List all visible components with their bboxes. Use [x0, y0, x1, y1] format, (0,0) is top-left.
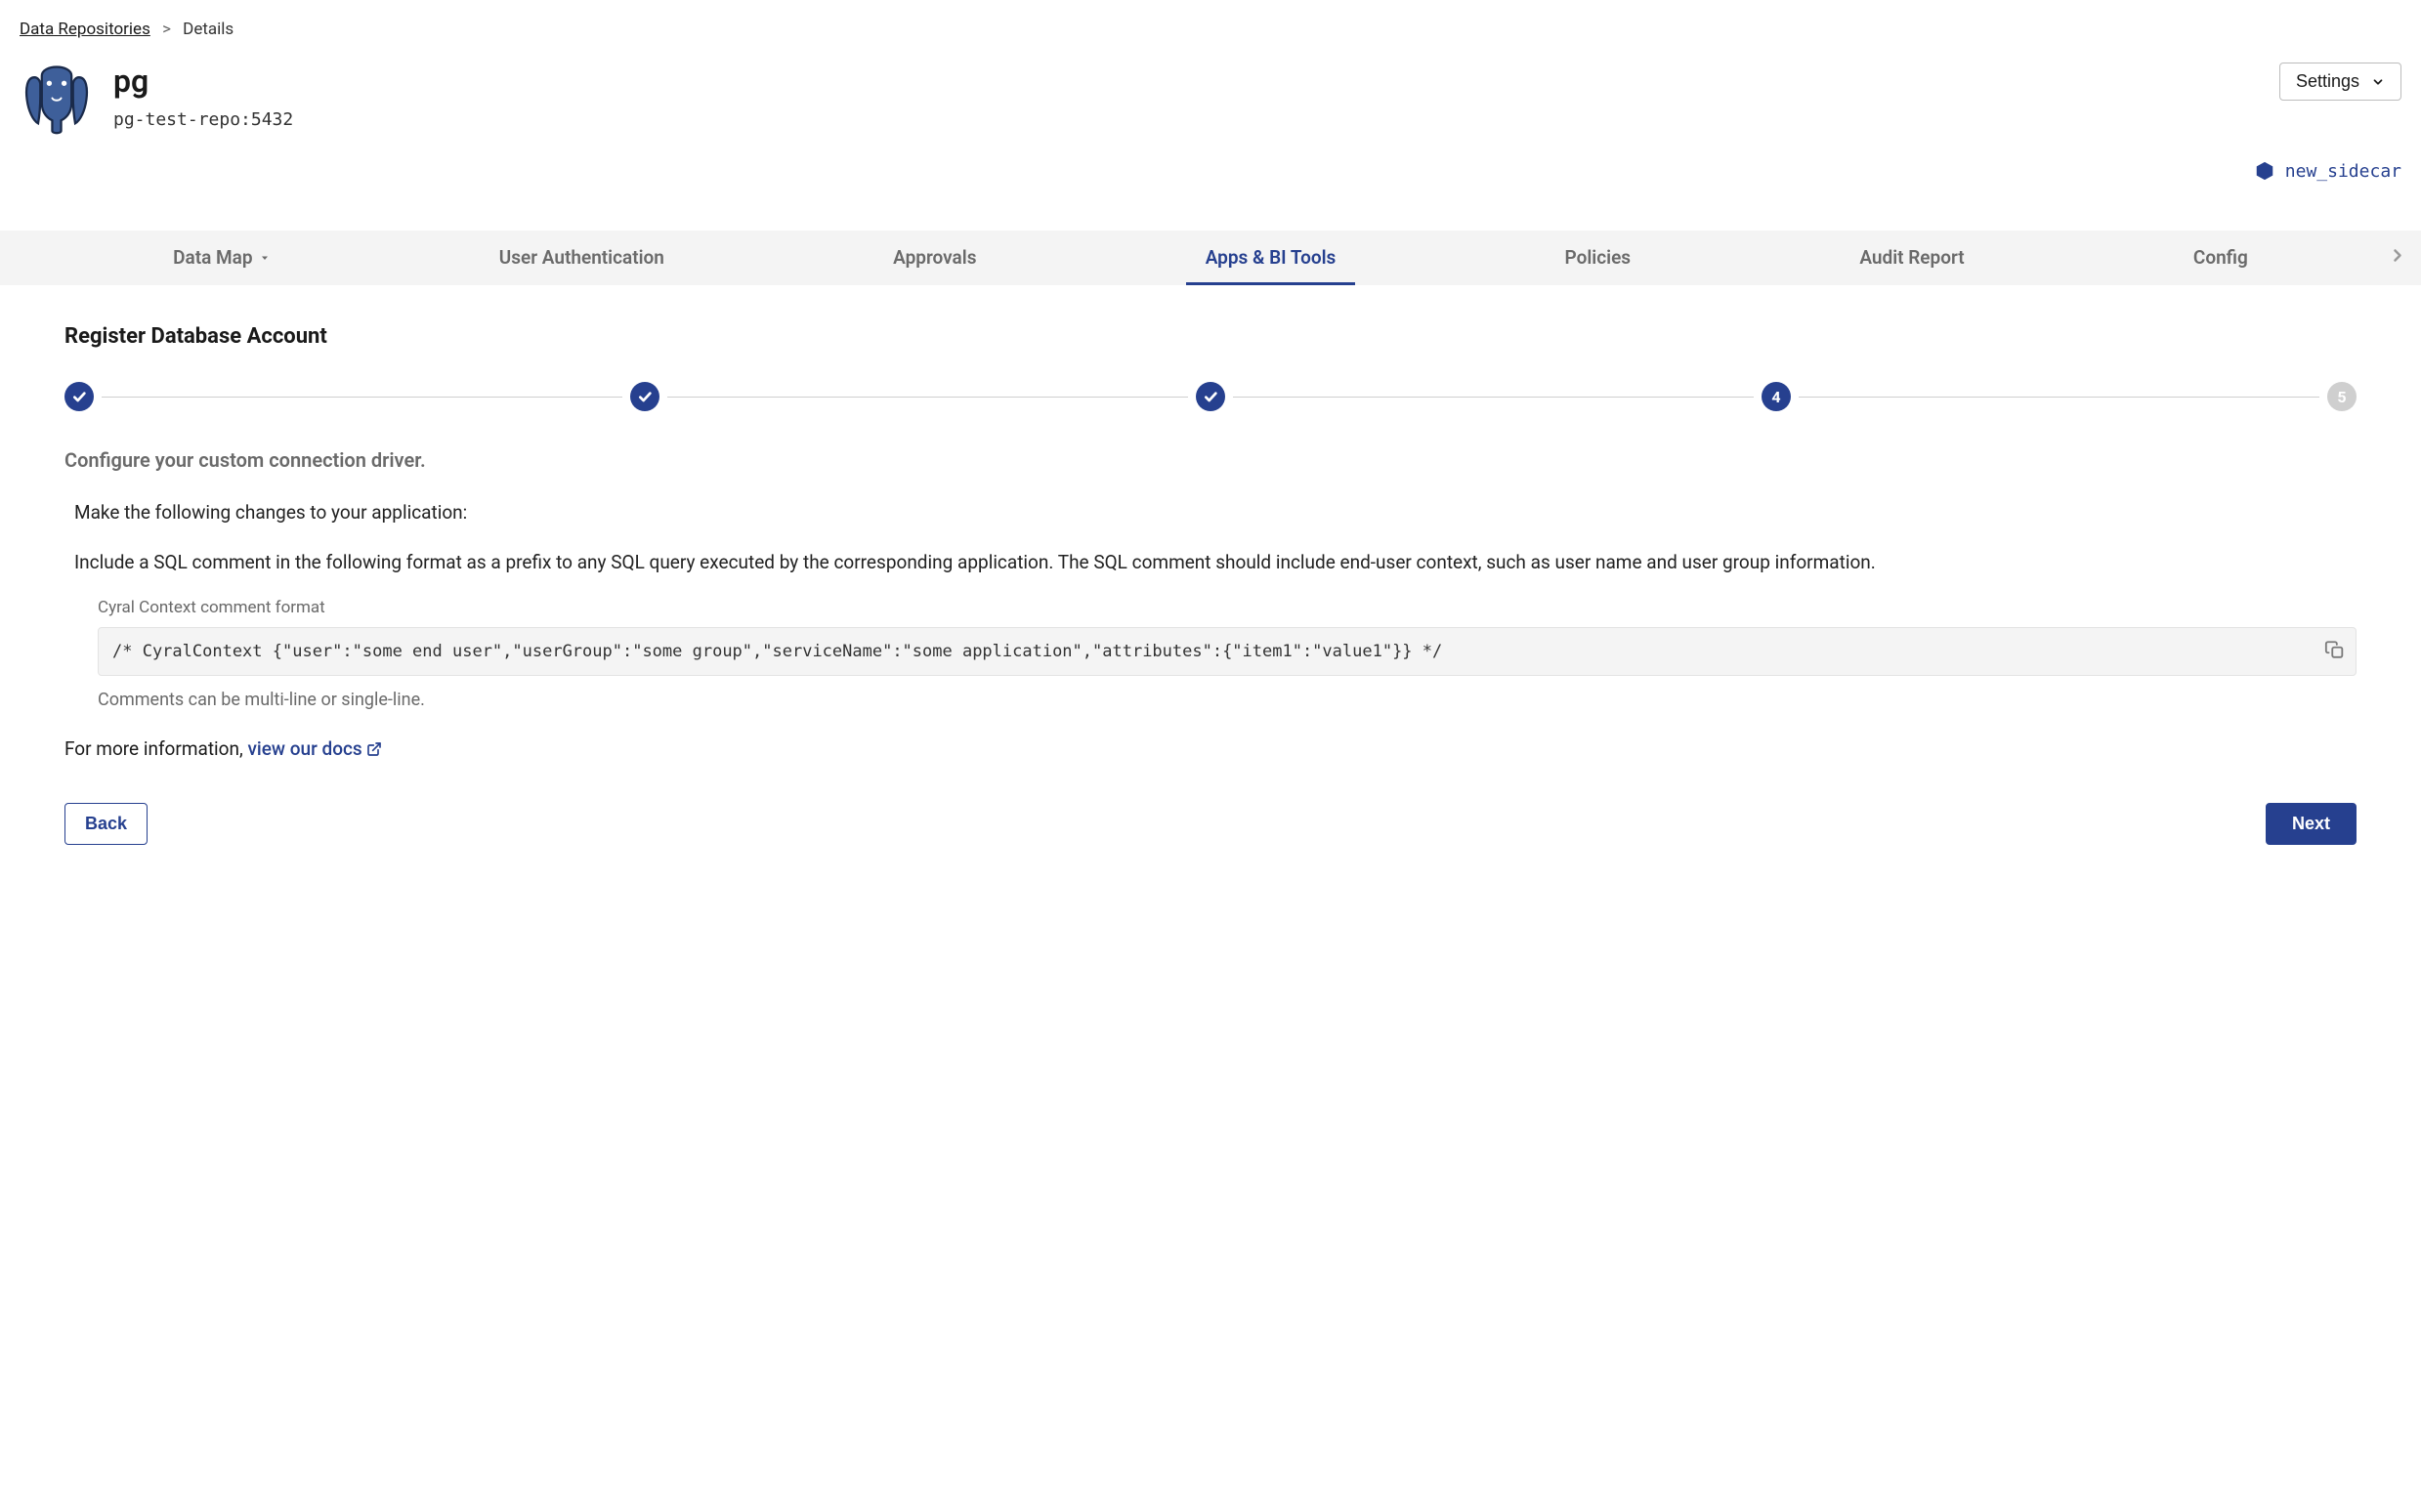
back-button[interactable]: Back — [64, 803, 148, 845]
tab-audit-report[interactable]: Audit Report — [1840, 231, 1983, 285]
tab-label: Policies — [1565, 246, 1632, 269]
tab-scroll-right-button[interactable] — [2388, 246, 2407, 271]
repo-host: pg-test-repo:5432 — [113, 109, 293, 130]
stepper: 4 5 — [64, 382, 2357, 411]
check-icon — [71, 389, 87, 404]
settings-button[interactable]: Settings — [2279, 63, 2401, 101]
intro-text: Make the following changes to your appli… — [64, 499, 2357, 527]
step-2 — [630, 382, 659, 411]
breadcrumb: Data Repositories > Details — [20, 20, 2401, 39]
section-title: Register Database Account — [64, 324, 2357, 349]
step-subtitle: Configure your custom connection driver. — [64, 448, 2357, 472]
tab-label: Apps & BI Tools — [1206, 246, 1337, 269]
docs-link-text: view our docs — [247, 737, 361, 760]
step-1 — [64, 382, 94, 411]
code-label: Cyral Context comment format — [98, 598, 2357, 617]
step-connector — [1233, 397, 1754, 398]
postgres-elephant-icon — [20, 63, 94, 137]
copy-button[interactable] — [2324, 640, 2346, 664]
tab-config[interactable]: Config — [2174, 231, 2268, 285]
code-hint: Comments can be multi-line or single-lin… — [98, 690, 2357, 710]
description-text: Include a SQL comment in the following f… — [64, 549, 2357, 577]
tab-label: Config — [2193, 246, 2248, 269]
tab-label: Audit Report — [1859, 246, 1964, 269]
check-icon — [1203, 389, 1218, 404]
tab-approvals[interactable]: Approvals — [873, 231, 996, 285]
tab-policies[interactable]: Policies — [1546, 231, 1651, 285]
step-connector — [1799, 397, 2319, 398]
breadcrumb-root-link[interactable]: Data Repositories — [20, 20, 150, 39]
sidecar-name[interactable]: new_sidecar — [2285, 161, 2401, 182]
code-box: /* CyralContext {"user":"some end user",… — [98, 627, 2357, 676]
tab-label: Approvals — [893, 246, 976, 269]
external-link-icon — [366, 741, 382, 757]
tab-user-authentication[interactable]: User Authentication — [480, 231, 684, 285]
tab-apps-bi-tools[interactable]: Apps & BI Tools — [1186, 231, 1356, 285]
tab-bar: Data Map User Authentication Approvals A… — [0, 231, 2421, 285]
step-4: 4 — [1762, 382, 1791, 411]
breadcrumb-separator: > — [162, 20, 171, 39]
step-number: 4 — [1771, 388, 1780, 406]
docs-prefix: For more information, — [64, 737, 247, 760]
caret-down-icon — [259, 252, 271, 264]
page-title: pg — [113, 63, 293, 100]
chevron-down-icon — [2371, 75, 2385, 89]
next-button[interactable]: Next — [2266, 803, 2357, 845]
copy-icon — [2324, 640, 2346, 661]
check-icon — [637, 389, 653, 404]
hexagon-icon — [2254, 160, 2275, 182]
step-connector — [102, 397, 622, 398]
step-5: 5 — [2327, 382, 2357, 411]
breadcrumb-current: Details — [183, 20, 234, 39]
docs-line: For more information, view our docs — [64, 737, 2357, 760]
step-3 — [1196, 382, 1225, 411]
step-number: 5 — [2337, 388, 2346, 406]
tab-label: Data Map — [173, 246, 252, 269]
tab-data-map[interactable]: Data Map — [153, 231, 289, 285]
chevron-right-icon — [2388, 246, 2407, 266]
settings-button-label: Settings — [2296, 71, 2359, 92]
view-docs-link[interactable]: view our docs — [247, 737, 381, 760]
code-content: /* CyralContext {"user":"some end user",… — [112, 642, 1442, 661]
tab-label: User Authentication — [499, 246, 664, 269]
step-connector — [667, 397, 1188, 398]
